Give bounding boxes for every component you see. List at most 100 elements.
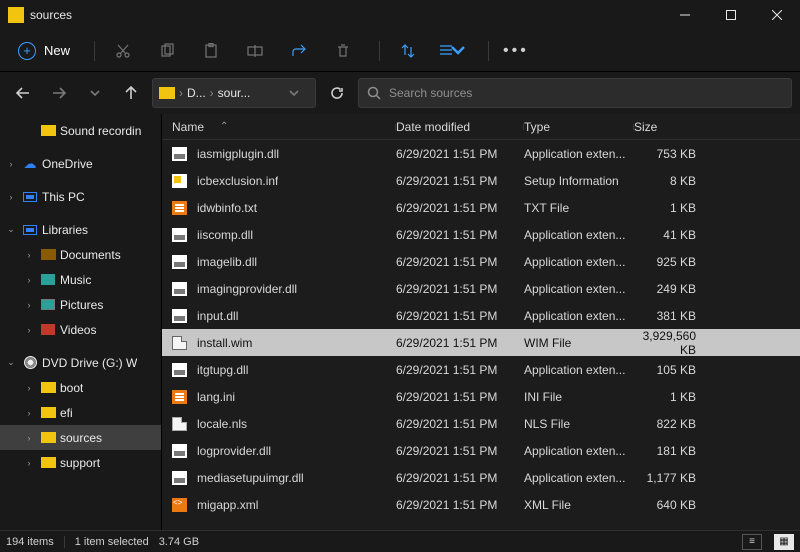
breadcrumb-part[interactable]: sour... [218, 86, 251, 100]
file-row[interactable]: imagelib.dll6/29/2021 1:51 PMApplication… [162, 248, 800, 275]
chevron-right-icon[interactable]: › [22, 275, 36, 285]
chevron-right-icon[interactable]: › [22, 383, 36, 393]
file-icon [172, 147, 187, 161]
chevron-right-icon[interactable]: › [22, 300, 36, 310]
chevron-right-icon[interactable]: › [4, 159, 18, 169]
chevron-down-icon[interactable]: ⌄ [4, 224, 18, 235]
navigation-pane[interactable]: Sound recordin ›☁OneDrive ›This PC ⌄Libr… [0, 114, 161, 530]
view-button[interactable] [430, 31, 474, 71]
chevron-right-icon[interactable]: › [22, 408, 36, 418]
file-row[interactable]: install.wim6/29/2021 1:51 PMWIM File3,92… [162, 329, 800, 356]
tree-item-libraries[interactable]: ⌄Libraries [0, 217, 161, 242]
recent-locations-button[interactable] [80, 78, 110, 108]
file-row[interactable]: icbexclusion.inf6/29/2021 1:51 PMSetup I… [162, 167, 800, 194]
tree-item-pictures[interactable]: ›Pictures [0, 292, 161, 317]
column-name[interactable]: Name⌃ [172, 120, 396, 134]
status-divider [64, 536, 65, 548]
tree-item-boot[interactable]: ›boot [0, 375, 161, 400]
breadcrumb-part[interactable]: D... [187, 86, 206, 100]
file-type: Application exten... [524, 282, 634, 296]
chevron-down-icon[interactable] [279, 78, 309, 108]
file-type: WIM File [524, 336, 634, 350]
file-row[interactable]: locale.nls6/29/2021 1:51 PMNLS File822 K… [162, 410, 800, 437]
file-type: Application exten... [524, 228, 634, 242]
tree-item-support[interactable]: ›support [0, 450, 161, 475]
tree-item-documents[interactable]: ›Documents [0, 242, 161, 267]
cut-button[interactable] [101, 31, 145, 71]
copy-button[interactable] [145, 31, 189, 71]
file-name: lang.ini [197, 390, 235, 404]
file-row[interactable]: logprovider.dll6/29/2021 1:51 PMApplicat… [162, 437, 800, 464]
maximize-button[interactable] [708, 0, 754, 30]
forward-button[interactable] [44, 78, 74, 108]
file-date: 6/29/2021 1:51 PM [396, 309, 524, 323]
paste-button[interactable] [189, 31, 233, 71]
toolbar-divider [94, 41, 95, 61]
new-button[interactable]: + New [8, 38, 80, 64]
tree-item-dvd-drive[interactable]: ⌄DVD Drive (G:) W [0, 350, 161, 375]
column-date[interactable]: Date modified [396, 120, 524, 134]
file-row[interactable]: idwbinfo.txt6/29/2021 1:51 PMTXT File1 K… [162, 194, 800, 221]
folder-icon [41, 432, 56, 443]
back-button[interactable] [8, 78, 38, 108]
column-size[interactable]: Size [634, 120, 714, 134]
file-row[interactable]: itgtupg.dll6/29/2021 1:51 PMApplication … [162, 356, 800, 383]
breadcrumb[interactable]: D... › sour... [187, 86, 250, 100]
sort-button[interactable] [386, 31, 430, 71]
chevron-right-icon[interactable]: › [22, 250, 36, 260]
search-input[interactable] [389, 86, 783, 100]
rename-button[interactable] [233, 31, 277, 71]
file-row[interactable]: lang.ini6/29/2021 1:51 PMINI File1 KB [162, 383, 800, 410]
tree-item-sound-recording[interactable]: Sound recordin [0, 118, 161, 143]
delete-button[interactable] [321, 31, 365, 71]
file-rows[interactable]: iasmigplugin.dll6/29/2021 1:51 PMApplica… [162, 140, 800, 530]
toolbar-divider-3 [488, 41, 489, 61]
refresh-button[interactable] [322, 78, 352, 108]
tree-item-efi[interactable]: ›efi [0, 400, 161, 425]
window-title: sources [30, 8, 72, 22]
file-row[interactable]: input.dll6/29/2021 1:51 PMApplication ex… [162, 302, 800, 329]
file-size: 1 KB [634, 201, 714, 215]
chevron-right-icon[interactable]: › [22, 433, 36, 443]
share-button[interactable] [277, 31, 321, 71]
close-button[interactable] [754, 0, 800, 30]
file-icon [172, 363, 187, 377]
file-icon [172, 282, 187, 296]
tree-item-sources[interactable]: ›sources [0, 425, 161, 450]
file-type: Application exten... [524, 471, 634, 485]
tree-item-videos[interactable]: ›Videos [0, 317, 161, 342]
navigation-bar: › D... › sour... [0, 72, 800, 114]
thumbnails-view-button[interactable]: ▦ [774, 534, 794, 550]
file-row[interactable]: migapp.xml6/29/2021 1:51 PMXML File640 K… [162, 491, 800, 518]
details-view-button[interactable]: ≡ [742, 534, 762, 550]
address-bar[interactable]: › D... › sour... [152, 78, 316, 108]
file-name: migapp.xml [197, 498, 258, 512]
file-row[interactable]: imagingprovider.dll6/29/2021 1:51 PMAppl… [162, 275, 800, 302]
column-headers[interactable]: Name⌃ Date modified Type Size [162, 114, 800, 140]
file-row[interactable]: mediasetupuimgr.dll6/29/2021 1:51 PMAppl… [162, 464, 800, 491]
cloud-icon: ☁ [22, 157, 38, 171]
tree-item-this-pc[interactable]: ›This PC [0, 184, 161, 209]
file-row[interactable]: iasmigplugin.dll6/29/2021 1:51 PMApplica… [162, 140, 800, 167]
file-date: 6/29/2021 1:51 PM [396, 147, 524, 161]
file-size: 3,929,560 KB [634, 329, 714, 357]
file-size: 181 KB [634, 444, 714, 458]
chevron-down-icon[interactable]: ⌄ [4, 357, 18, 368]
chevron-right-icon[interactable]: › [4, 192, 18, 202]
search-box[interactable] [358, 78, 792, 108]
tree-item-onedrive[interactable]: ›☁OneDrive [0, 151, 161, 176]
up-button[interactable] [116, 78, 146, 108]
tree-item-music[interactable]: ›Music [0, 267, 161, 292]
column-type[interactable]: Type [524, 120, 634, 134]
file-name: logprovider.dll [197, 444, 271, 458]
file-type: TXT File [524, 201, 634, 215]
file-icon [172, 390, 187, 404]
minimize-button[interactable] [662, 0, 708, 30]
pictures-icon [41, 299, 55, 310]
file-row[interactable]: iiscomp.dll6/29/2021 1:51 PMApplication … [162, 221, 800, 248]
title-bar[interactable]: sources [0, 0, 800, 30]
chevron-right-icon[interactable]: › [22, 325, 36, 335]
file-icon [172, 336, 187, 350]
chevron-right-icon[interactable]: › [22, 458, 36, 468]
more-button[interactable]: ••• [495, 42, 537, 60]
